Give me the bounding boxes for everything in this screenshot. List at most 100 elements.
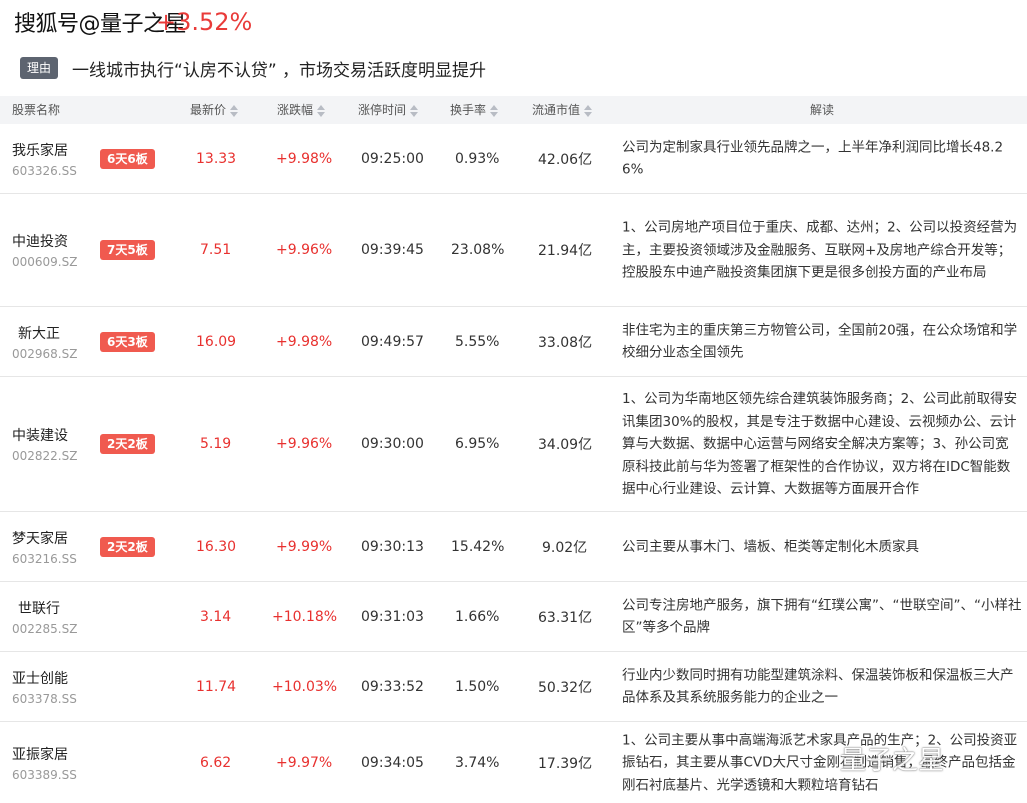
streak-badge: 2天2板 bbox=[100, 434, 155, 454]
top-bar: 搜狐号@量子之星 +3.52% bbox=[0, 0, 1027, 44]
table-row[interactable]: 世联行 002285.SZ 3.14 +10.18% 09:31:03 1.66… bbox=[0, 582, 1027, 652]
market-cap-value: 9.02亿 bbox=[542, 539, 588, 556]
market-cap-value: 34.09亿 bbox=[538, 437, 593, 453]
stock-name[interactable]: 世联行 bbox=[12, 598, 77, 618]
header-change[interactable]: 涨跌幅 bbox=[277, 96, 326, 124]
stock-name-cell: 梦天家居 603216.SS bbox=[12, 528, 77, 566]
stock-code: 002968.SZ bbox=[12, 346, 78, 361]
stock-name[interactable]: 中装建设 bbox=[12, 425, 77, 445]
table-row[interactable]: 亚士创能 603378.SS 11.74 +10.03% 09:33:52 1.… bbox=[0, 652, 1027, 722]
sort-icon[interactable] bbox=[584, 104, 593, 117]
change-value: +10.18% bbox=[272, 608, 338, 625]
stock-code: 603378.SS bbox=[12, 691, 77, 706]
limit-time-value: 09:25:00 bbox=[361, 150, 424, 167]
stock-code: 603216.SS bbox=[12, 551, 77, 566]
sort-icon[interactable] bbox=[230, 104, 239, 117]
market-cap-value: 42.06亿 bbox=[538, 151, 593, 168]
stock-name[interactable]: 新大正 bbox=[12, 323, 77, 343]
price-value: 11.74 bbox=[196, 678, 237, 695]
reason-text: 一线城市执行“认房不认贷” ，市场交易活跃度明显提升 bbox=[72, 60, 487, 81]
header-price-label: 最新价 bbox=[190, 103, 227, 117]
streak-badge: 7天5板 bbox=[100, 240, 155, 260]
stock-code: 000609.SZ bbox=[12, 255, 78, 269]
header-limit-time-label: 涨停时间 bbox=[358, 103, 407, 117]
header-limit-time[interactable]: 涨停时间 bbox=[358, 96, 419, 124]
reason-tag: 理由 bbox=[20, 57, 59, 79]
change-value: +9.97% bbox=[276, 754, 333, 771]
header-market-cap-label: 流通市值 bbox=[532, 103, 581, 117]
change-value: +9.96% bbox=[276, 436, 333, 452]
market-cap-value: 17.39亿 bbox=[538, 755, 593, 772]
table-row[interactable]: 梦天家居 603216.SS 2天2板 16.30 +9.99% 09:30:1… bbox=[0, 512, 1027, 582]
streak-badge: 2天2板 bbox=[100, 536, 155, 557]
stock-code: 002285.SZ bbox=[12, 621, 78, 636]
turnover-value: 5.55% bbox=[455, 333, 500, 350]
sort-icon[interactable] bbox=[490, 104, 499, 117]
sort-icon[interactable] bbox=[317, 104, 326, 117]
stock-code: 002822.SZ bbox=[12, 449, 78, 463]
stock-name-cell: 中装建设 002822.SZ bbox=[12, 425, 77, 463]
table-header: 股票名称 最新价 涨跌幅 涨停时间 换手率 流通市值 解读 bbox=[0, 96, 1027, 124]
table-row[interactable]: 中迪投资 000609.SZ 7天5板 7.51 +9.96% 09:39:45… bbox=[0, 194, 1027, 307]
header-stock-name: 股票名称 bbox=[12, 103, 61, 117]
header-description: 解读 bbox=[810, 103, 835, 117]
description-text: 非住宅为主的重庆第三方物管公司，全国前20强，在公众场馆和学校细分业态全国领先 bbox=[622, 322, 1018, 361]
market-cap-value: 21.94亿 bbox=[538, 243, 593, 259]
description-text: 公司专注房地产服务，旗下拥有“红璞公寓”、“世联空间”、“小样社区”等多个品牌 bbox=[622, 597, 1022, 636]
stock-code: 603389.SS bbox=[12, 767, 77, 782]
stock-code: 603326.SS bbox=[12, 163, 77, 178]
price-value: 3.14 bbox=[200, 608, 232, 625]
market-cap-value: 50.32亿 bbox=[538, 679, 593, 696]
stock-name-cell: 我乐家居 603326.SS bbox=[12, 140, 77, 178]
stock-name[interactable]: 亚士创能 bbox=[12, 668, 77, 688]
turnover-value: 1.66% bbox=[455, 608, 500, 625]
streak-badge: 6天6板 bbox=[100, 148, 155, 169]
price-value: 16.09 bbox=[196, 333, 237, 350]
header-change-label: 涨跌幅 bbox=[277, 103, 314, 117]
limit-time-value: 09:33:52 bbox=[361, 678, 424, 695]
stock-name[interactable]: 中迪投资 bbox=[12, 231, 77, 251]
description-text: 1、公司房地产项目位于重庆、成都、达州；2、公司以投资经营为主，主要投资领域涉及… bbox=[622, 219, 1018, 281]
turnover-value: 1.50% bbox=[455, 678, 500, 695]
table-row[interactable]: 新大正 002968.SZ 6天3板 16.09 +9.98% 09:49:57… bbox=[0, 307, 1027, 377]
stock-name-cell: 中迪投资 000609.SZ bbox=[12, 231, 77, 269]
description-text: 1、公司为华南地区领先综合建筑装饰服务商；2、公司此前取得安讯集团30%的股权，… bbox=[622, 390, 1018, 497]
turnover-value: 6.95% bbox=[455, 436, 500, 452]
description-text: 1、公司主要从事中高端海派艺术家具产品的生产；2、公司投资亚振钻石，其主要从事C… bbox=[622, 731, 1018, 793]
top-change-percent: +3.52% bbox=[156, 8, 253, 36]
limit-time-value: 09:31:03 bbox=[361, 608, 424, 625]
stock-name-cell: 亚振家居 603389.SS bbox=[12, 744, 77, 782]
table-row[interactable]: 我乐家居 603326.SS 6天6板 13.33 +9.98% 09:25:0… bbox=[0, 124, 1027, 194]
turnover-value: 0.93% bbox=[455, 150, 500, 167]
description-text: 公司主要从事木门、墙板、柜类等定制化木质家具 bbox=[622, 538, 919, 555]
header-market-cap[interactable]: 流通市值 bbox=[532, 96, 593, 124]
turnover-value: 15.42% bbox=[451, 538, 505, 555]
turnover-value: 3.74% bbox=[455, 754, 500, 771]
header-turnover[interactable]: 换手率 bbox=[450, 96, 499, 124]
turnover-value: 23.08% bbox=[451, 242, 505, 258]
limit-time-value: 09:30:13 bbox=[361, 538, 424, 555]
change-value: +9.98% bbox=[276, 333, 333, 350]
price-value: 16.30 bbox=[196, 538, 237, 555]
reason-bar: 理由 一线城市执行“认房不认贷” ，市场交易活跃度明显提升 bbox=[20, 56, 487, 81]
description-text: 行业内少数同时拥有功能型建筑涂料、保温装饰板和保温板三大产品体系及其系统服务能力… bbox=[622, 667, 1014, 706]
stock-name-cell: 亚士创能 603378.SS bbox=[12, 668, 77, 706]
stock-name[interactable]: 亚振家居 bbox=[12, 744, 77, 764]
sort-icon[interactable] bbox=[410, 104, 419, 117]
limit-time-value: 09:39:45 bbox=[361, 242, 424, 258]
change-value: +9.99% bbox=[276, 538, 333, 555]
change-value: +9.98% bbox=[276, 150, 333, 167]
price-value: 6.62 bbox=[200, 754, 232, 771]
table-row[interactable]: 中装建设 002822.SZ 2天2板 5.19 +9.96% 09:30:00… bbox=[0, 377, 1027, 512]
change-value: +9.96% bbox=[276, 242, 333, 258]
change-value: +10.03% bbox=[272, 678, 338, 695]
stock-name[interactable]: 梦天家居 bbox=[12, 528, 77, 548]
limit-time-value: 09:34:05 bbox=[361, 754, 424, 771]
price-value: 7.51 bbox=[200, 242, 232, 258]
header-price[interactable]: 最新价 bbox=[190, 96, 239, 124]
limit-time-value: 09:49:57 bbox=[361, 333, 424, 350]
stock-name-cell: 世联行 002285.SZ bbox=[12, 598, 77, 636]
stock-name-cell: 新大正 002968.SZ bbox=[12, 323, 77, 361]
stock-name[interactable]: 我乐家居 bbox=[12, 140, 77, 160]
watermark-bottom: 量子之星 bbox=[840, 746, 945, 776]
